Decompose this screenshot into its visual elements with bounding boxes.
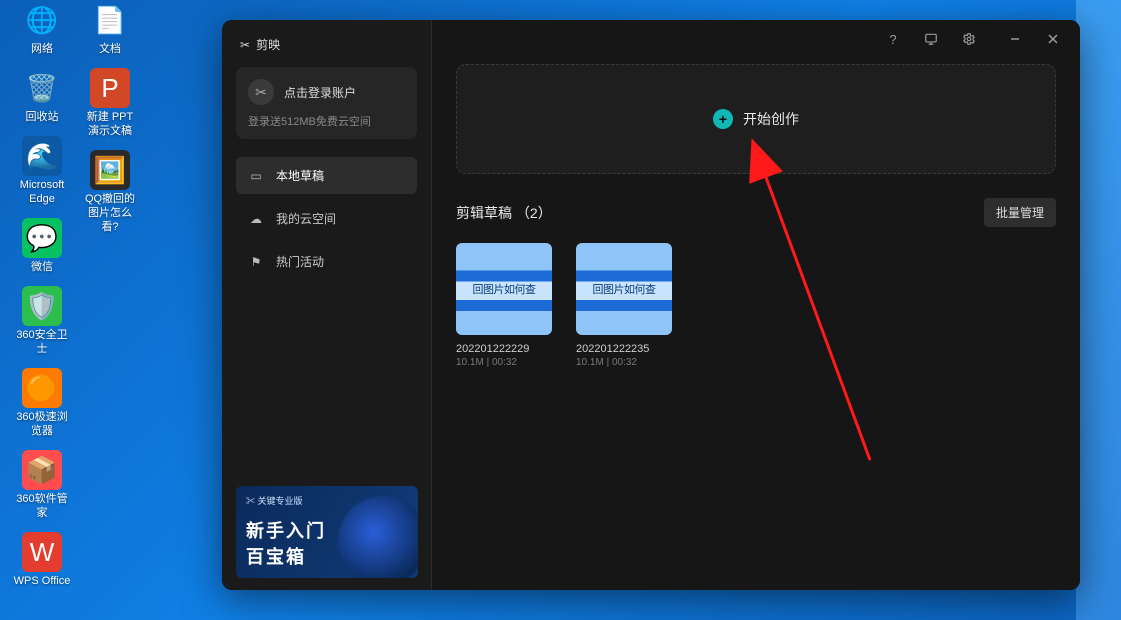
sidebar-nav: ▭ 本地草稿 ☁ 我的云空间 ⚑ 热门活动 — [236, 157, 417, 286]
desktop-icon[interactable]: 🛡️360安全卫士 — [12, 286, 72, 356]
login-button-label: 点击登录账户 — [284, 84, 356, 101]
draft-meta: 10.1M | 00:32 — [576, 357, 672, 368]
login-row: ✂ 点击登录账户 — [248, 79, 405, 105]
desktop-icon-glyph: P — [90, 68, 130, 108]
desktop-icon-glyph: 🌐 — [22, 0, 62, 40]
desktop-icon-glyph: 🟠 — [22, 368, 62, 408]
minimize-button[interactable] — [1002, 26, 1028, 52]
desktop-icon[interactable]: 🌊Microsoft Edge — [12, 136, 72, 206]
draft-card[interactable]: 回图片如何查 202201222235 10.1M | 00:32 — [576, 243, 672, 368]
settings-icon[interactable] — [956, 26, 982, 52]
draft-name: 202201222229 — [456, 343, 552, 355]
app-logo-icon: ✂ — [248, 79, 274, 105]
draft-card[interactable]: 回图片如何查 202201222229 10.1M | 00:32 — [456, 243, 552, 368]
sidebar: ✂ 剪映 ✂ 点击登录账户 登录送512MB免费云空间 ▭ 本地草稿 ☁ 我的云空间 ⚑… — [222, 20, 432, 590]
sidebar-item[interactable]: ⚑ 热门活动 — [236, 243, 417, 280]
login-card[interactable]: ✂ 点击登录账户 登录送512MB免费云空间 — [236, 67, 417, 139]
app-title-text: 剪映 — [256, 36, 280, 53]
desktop-icon[interactable]: 📦360软件管家 — [12, 450, 72, 520]
desktop-icon-glyph: 🖼️ — [90, 150, 130, 190]
scissors-icon: ✂ — [240, 38, 250, 52]
plus-icon: + — [713, 109, 733, 129]
batch-manage-button[interactable]: 批量管理 — [984, 198, 1056, 227]
desktop-icon[interactable]: 🗑️ 回收站 — [12, 68, 72, 124]
sidebar-item-label: 我的云空间 — [276, 210, 336, 227]
desktop-icon-glyph: W — [22, 532, 62, 572]
draft-name: 202201222235 — [576, 343, 672, 355]
desktop-icon-label: 新建 PPT 演示文稿 — [80, 110, 140, 138]
desktop-icon-label: 文档 — [99, 42, 121, 56]
feedback-icon[interactable] — [918, 26, 944, 52]
desktop-icon-label: 360安全卫士 — [12, 328, 72, 356]
help-icon[interactable]: ? — [880, 26, 906, 52]
app-title: ✂ 剪映 — [236, 32, 417, 67]
draft-thumbnail: 回图片如何查 — [456, 243, 552, 335]
desktop-icon[interactable]: 💬 微信 — [12, 218, 72, 274]
drafts-title: 剪辑草稿 （2） — [456, 203, 552, 223]
draft-thumbnail: 回图片如何查 — [576, 243, 672, 335]
desktop-icon-label: 360软件管家 — [12, 492, 72, 520]
main-area: ? + 开始创作 剪辑草稿 （2） 批量管理 — [432, 20, 1080, 590]
sidebar-item[interactable]: ▭ 本地草稿 — [236, 157, 417, 194]
titlebar: ? — [432, 20, 1080, 58]
sidebar-item-label: 本地草稿 — [276, 167, 324, 184]
desktop-icon-label: Microsoft Edge — [12, 178, 72, 206]
folder-icon: ▭ — [248, 169, 264, 183]
desktop-icon-label: 回收站 — [26, 110, 59, 124]
desktop-icon-glyph: 🌊 — [22, 136, 62, 176]
desktop-icon-glyph: 📦 — [22, 450, 62, 490]
desktop-icon[interactable]: 🟠360极速浏览器 — [12, 368, 72, 438]
promo-art — [338, 496, 418, 578]
jianying-window: ✂ 剪映 ✂ 点击登录账户 登录送512MB免费云空间 ▭ 本地草稿 ☁ 我的云空间 ⚑… — [222, 20, 1080, 590]
drafts-grid: 回图片如何查 202201222229 10.1M | 00:32 回图片如何查 202… — [432, 237, 1080, 374]
desktop-right-strip — [1076, 0, 1121, 620]
desktop-icon-label: QQ撤回的图片怎么看? — [80, 192, 140, 234]
desktop-icon-label: 微信 — [31, 260, 53, 274]
desktop-icon-label: 360极速浏览器 — [12, 410, 72, 438]
batch-manage-label: 批量管理 — [996, 206, 1044, 220]
drafts-header: 剪辑草稿 （2） 批量管理 — [456, 198, 1056, 227]
drafts-title-prefix: 剪辑草稿 — [456, 205, 512, 221]
desktop-icon-glyph: 📄 — [90, 0, 130, 40]
drafts-count-wrap: （2） — [516, 205, 552, 221]
desktop-icon[interactable]: 🖼️QQ撤回的图片怎么看? — [80, 150, 140, 234]
desktop-icon[interactable]: W WPS Office — [12, 532, 72, 588]
start-create-label: 开始创作 — [743, 109, 799, 129]
desktop-icon-glyph: 🗑️ — [22, 68, 62, 108]
cloud-icon: ☁ — [248, 212, 264, 226]
sidebar-item-label: 热门活动 — [276, 253, 324, 270]
desktop-icon-label: WPS Office — [14, 574, 71, 588]
draft-meta: 10.1M | 00:32 — [456, 357, 552, 368]
flag-icon: ⚑ — [248, 255, 264, 269]
desktop-icon[interactable]: P新建 PPT 演示文稿 — [80, 68, 140, 138]
desktop-icon[interactable]: 🌐 网络 — [12, 0, 72, 56]
desktop-icon-glyph: 🛡️ — [22, 286, 62, 326]
close-button[interactable] — [1040, 26, 1066, 52]
login-subtext: 登录送512MB免费云空间 — [248, 113, 405, 129]
desktop-icon[interactable]: 📄 文档 — [80, 0, 140, 56]
start-create-button[interactable]: + 开始创作 — [456, 64, 1056, 174]
desktop-icon-glyph: 💬 — [22, 218, 62, 258]
desktop-icons-col2: 📄 文档 P新建 PPT 演示文稿 🖼️QQ撤回的图片怎么看? — [80, 0, 230, 246]
drafts-count: 2 — [530, 205, 538, 221]
sidebar-item[interactable]: ☁ 我的云空间 — [236, 200, 417, 237]
promo-banner[interactable]: ✂ 关键专业版 新手入门 百宝箱 — [236, 486, 418, 578]
desktop-icon-label: 网络 — [31, 42, 53, 56]
